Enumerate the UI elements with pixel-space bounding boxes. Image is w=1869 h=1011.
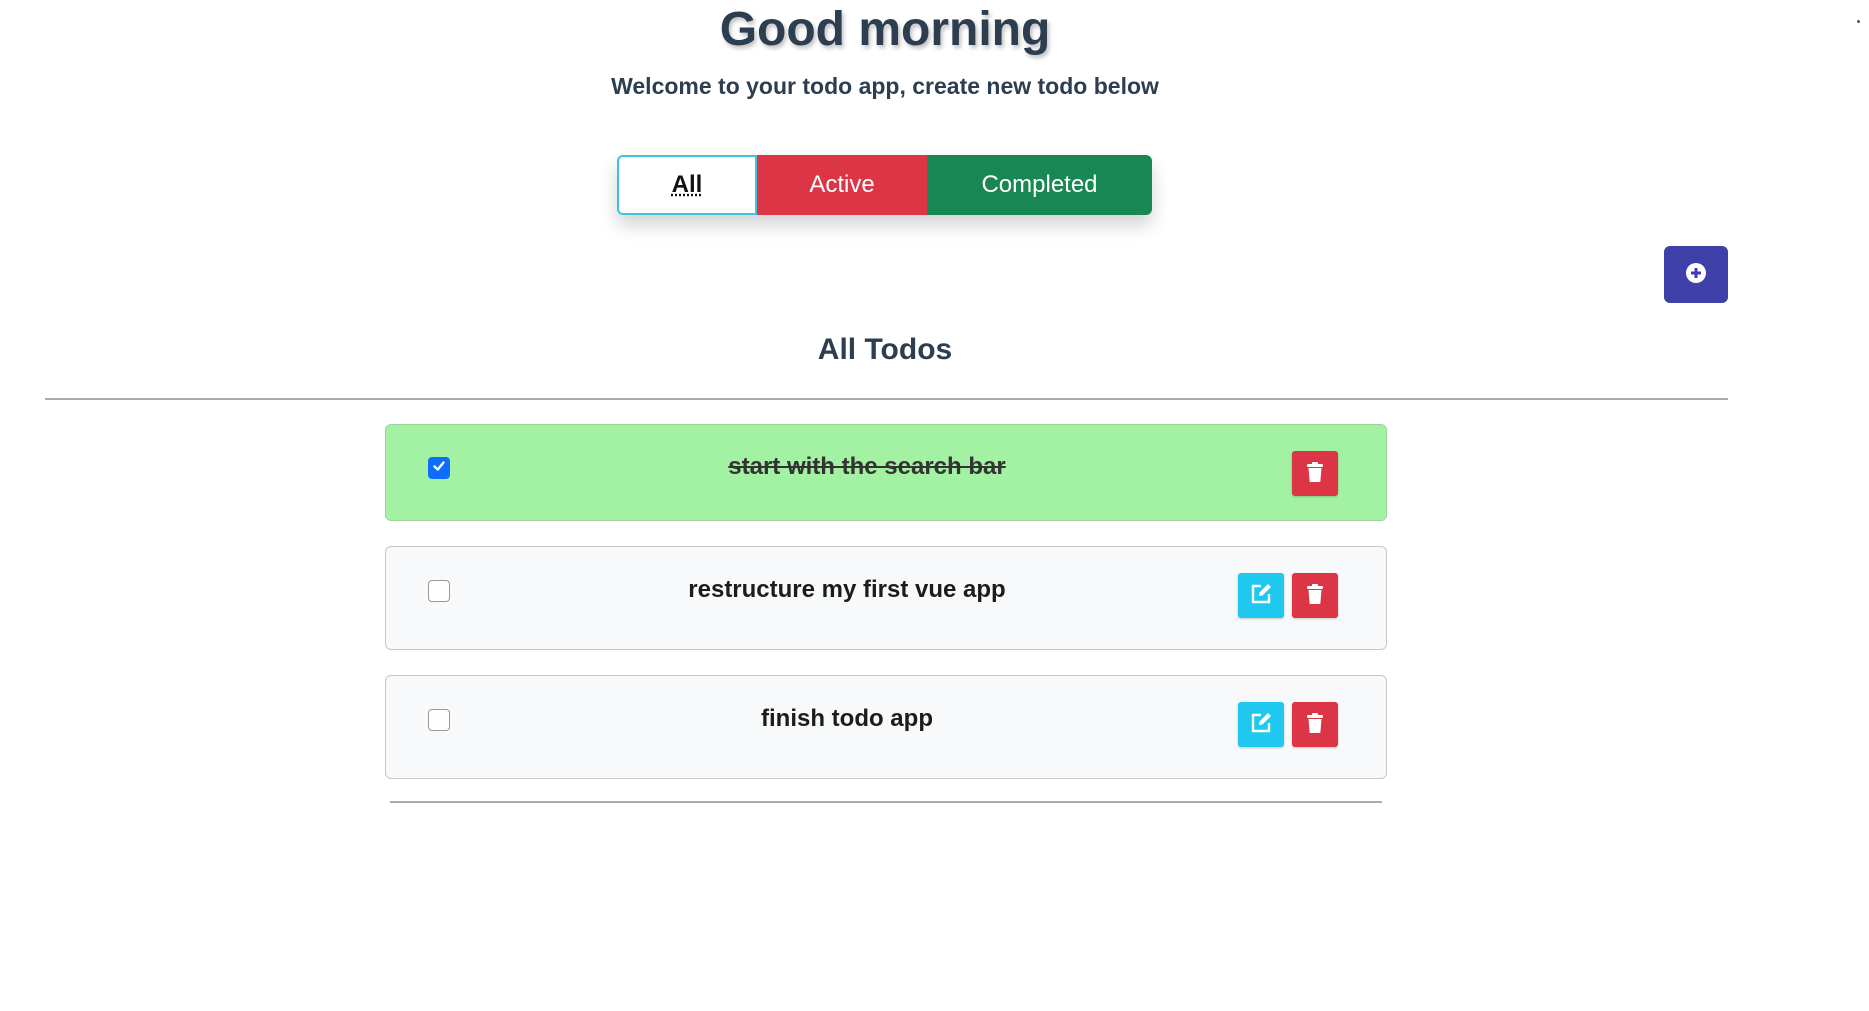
todo-list: start with the search bar restructure my… xyxy=(385,424,1387,804)
todo-text: start with the search bar xyxy=(728,453,1006,480)
welcome-subtitle: Welcome to your todo app, create new tod… xyxy=(611,73,1159,99)
todo-item: restructure my first vue app xyxy=(385,546,1387,650)
filter-all-label: All xyxy=(671,171,703,198)
filter-button-group: All Active Completed xyxy=(617,155,1152,215)
list-divider-bottom xyxy=(390,801,1382,803)
trash-icon xyxy=(1305,583,1325,608)
filter-active-button[interactable]: Active xyxy=(757,155,927,215)
todo-item: finish todo app xyxy=(385,675,1387,779)
filter-completed-button[interactable]: Completed xyxy=(927,155,1152,215)
todo-item: start with the search bar xyxy=(385,424,1387,521)
edit-icon xyxy=(1249,711,1273,738)
plus-circle-icon xyxy=(1685,262,1707,287)
delete-todo-button[interactable] xyxy=(1292,451,1338,496)
todo-text: finish todo app xyxy=(761,705,933,732)
delete-todo-button[interactable] xyxy=(1292,702,1338,747)
edit-icon xyxy=(1249,582,1273,609)
delete-todo-button[interactable] xyxy=(1292,573,1338,618)
trash-icon xyxy=(1305,461,1325,486)
trash-icon xyxy=(1305,712,1325,737)
todo-text: restructure my first vue app xyxy=(688,576,1006,603)
add-todo-button[interactable] xyxy=(1664,246,1728,303)
todo-app-page: Good morning Welcome to your todo app, c… xyxy=(0,0,1869,1011)
todo-list-title: All Todos xyxy=(817,333,953,366)
filter-all-button[interactable]: All xyxy=(617,155,757,215)
edit-todo-button[interactable] xyxy=(1238,573,1284,618)
greeting-heading: Good morning xyxy=(719,3,1051,56)
edit-todo-button[interactable] xyxy=(1238,702,1284,747)
corner-dot xyxy=(1857,20,1860,23)
list-divider-top xyxy=(45,398,1728,400)
